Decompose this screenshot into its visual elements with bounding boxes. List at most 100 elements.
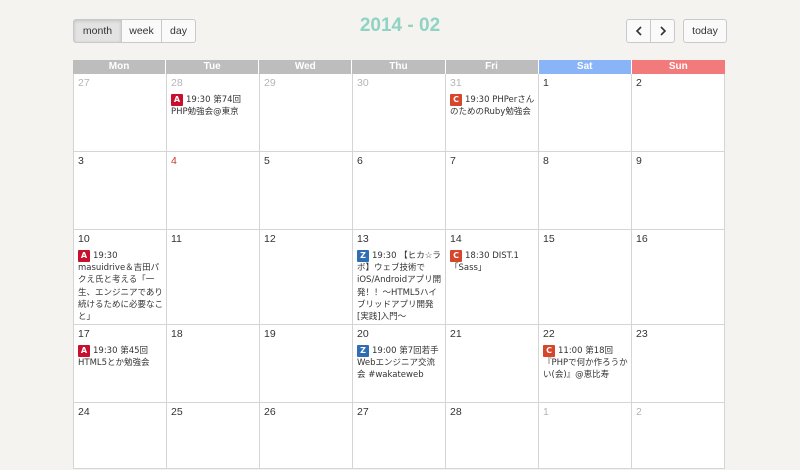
day-number: 7 — [450, 155, 456, 167]
calendar-event[interactable]: Z 19:00 第7回若手Webエンジニア交流会 #wakateweb — [357, 345, 442, 382]
next-button[interactable] — [650, 19, 675, 43]
day-cell[interactable]: 31 C 19:30 PHPerさんのためのRuby勉強会 — [446, 74, 539, 152]
event-source-badge: A — [171, 94, 183, 106]
event-source-badge: C — [543, 345, 555, 357]
event-source-badge: A — [78, 345, 90, 357]
event-title: 19:30 PHPerさんのためのRuby勉強会 — [450, 95, 535, 118]
weekday-header-sat: Sat — [538, 60, 632, 74]
day-cell[interactable]: 26 — [260, 403, 353, 469]
week-row: 10 A 19:30 masuidrive＆吉田パクえ氏と考える「一生、エンジニアで… — [73, 230, 725, 325]
day-cell[interactable]: 20 Z 19:00 第7回若手Webエンジニア交流会 #wakateweb — [353, 325, 446, 403]
day-cell[interactable]: 11 — [167, 230, 260, 325]
day-cell[interactable]: 27 — [74, 74, 167, 152]
day-number: 17 — [78, 328, 90, 340]
week-row: 27 28 A 19:30 第74回PHP勉強会@東京 29 30 31 C 19:30 PHP… — [73, 74, 725, 152]
day-cell[interactable]: 16 — [632, 230, 725, 325]
weekday-header-fri: Fri — [445, 60, 539, 74]
event-source-badge: Z — [357, 345, 369, 357]
day-cell[interactable]: 5 — [260, 152, 353, 230]
day-number: 27 — [78, 77, 90, 89]
day-cell[interactable]: 2 — [632, 74, 725, 152]
weekday-header-wed: Wed — [259, 60, 353, 74]
day-number: 23 — [636, 328, 648, 340]
day-cell[interactable]: 28 — [446, 403, 539, 469]
day-cell[interactable]: 21 — [446, 325, 539, 403]
day-number: 16 — [636, 233, 648, 245]
today-button[interactable]: today — [683, 19, 727, 43]
event-title: 11:00 第18回『PHPで何か作ろうかい(会)』@恵比寿 — [543, 346, 628, 381]
calendar-event[interactable]: C 11:00 第18回『PHPで何か作ろうかい(会)』@恵比寿 — [543, 345, 628, 382]
event-title: 19:30 masuidrive＆吉田パクえ氏と考える「一生、エンジニアであり続… — [78, 251, 164, 323]
day-cell[interactable]: 1 — [539, 74, 632, 152]
calendar-toolbar: month week day 2014 - 02 today — [0, 0, 800, 58]
day-number: 8 — [543, 155, 549, 167]
day-number: 12 — [264, 233, 276, 245]
week-row: 3 4 5 6 7 8 9 — [73, 152, 725, 230]
day-cell[interactable]: 6 — [353, 152, 446, 230]
day-number: 27 — [357, 406, 369, 418]
calendar-event[interactable]: A 19:30 masuidrive＆吉田パクえ氏と考える「一生、エンジニアであり… — [78, 250, 163, 323]
week-row: 17 A 19:30 第45回HTML5とか勉強会 18 19 20 Z 19:00 第7回若… — [73, 325, 725, 403]
day-number: 13 — [357, 233, 369, 245]
day-number: 3 — [78, 155, 84, 167]
day-number: 1 — [543, 77, 549, 89]
event-title: 19:00 第7回若手Webエンジニア交流会 #wakateweb — [357, 346, 439, 381]
day-number: 2 — [636, 406, 642, 418]
today-group: today — [683, 19, 727, 43]
day-number: 19 — [264, 328, 276, 340]
day-cell[interactable]: 12 — [260, 230, 353, 325]
day-cell[interactable]: 8 — [539, 152, 632, 230]
day-number: 1 — [543, 406, 549, 418]
day-number: 26 — [264, 406, 276, 418]
weekday-header: Mon Tue Wed Thu Fri Sat Sun — [73, 60, 725, 74]
day-cell[interactable]: 28 A 19:30 第74回PHP勉強会@東京 — [167, 74, 260, 152]
day-cell[interactable]: 22 C 11:00 第18回『PHPで何か作ろうかい(会)』@恵比寿 — [539, 325, 632, 403]
calendar-event[interactable]: A 19:30 第74回PHP勉強会@東京 — [171, 94, 256, 118]
day-cell[interactable]: 18 — [167, 325, 260, 403]
day-cell[interactable]: 23 — [632, 325, 725, 403]
day-number: 29 — [264, 77, 276, 89]
day-cell[interactable]: 24 — [74, 403, 167, 469]
day-cell[interactable]: 2 — [632, 403, 725, 469]
day-cell[interactable]: 29 — [260, 74, 353, 152]
day-cell[interactable]: 7 — [446, 152, 539, 230]
event-source-badge: Z — [357, 250, 369, 262]
day-cell[interactable]: 27 — [353, 403, 446, 469]
day-cell[interactable]: 13 Z 19:30 【ヒカ☆ラボ】ウェブ技術でiOS/Androidアプリ開発！！… — [353, 230, 446, 325]
day-number: 31 — [450, 77, 462, 89]
weekday-header-sun: Sun — [631, 60, 725, 74]
day-cell[interactable]: 25 — [167, 403, 260, 469]
week-row: 24 25 26 27 28 1 2 — [73, 403, 725, 469]
weekday-header-tue: Tue — [166, 60, 260, 74]
chevron-left-icon — [635, 26, 642, 36]
day-number: 11 — [171, 233, 182, 245]
day-cell[interactable]: 10 A 19:30 masuidrive＆吉田パクえ氏と考える「一生、エンジニアで… — [74, 230, 167, 325]
day-cell[interactable]: 17 A 19:30 第45回HTML5とか勉強会 — [74, 325, 167, 403]
day-number: 28 — [171, 77, 183, 89]
day-cell[interactable]: 3 — [74, 152, 167, 230]
day-cell[interactable]: 1 — [539, 403, 632, 469]
day-cell[interactable]: 14 C 18:30 DIST.1「Sass」 — [446, 230, 539, 325]
day-number: 4 — [171, 155, 177, 167]
weeks-container: 27 28 A 19:30 第74回PHP勉強会@東京 29 30 31 C 19:30 PHP… — [73, 74, 725, 469]
calendar-event[interactable]: C 19:30 PHPerさんのためのRuby勉強会 — [450, 94, 535, 118]
day-cell[interactable]: 19 — [260, 325, 353, 403]
day-number: 5 — [264, 155, 270, 167]
day-number: 20 — [357, 328, 369, 340]
calendar-event[interactable]: C 18:30 DIST.1「Sass」 — [450, 250, 535, 274]
day-number: 18 — [171, 328, 183, 340]
day-cell[interactable]: 30 — [353, 74, 446, 152]
month-grid: Mon Tue Wed Thu Fri Sat Sun 27 28 A 19:30 第74回PHP… — [73, 60, 725, 469]
weekday-header-thu: Thu — [352, 60, 446, 74]
nav-buttons — [626, 19, 675, 43]
prev-button[interactable] — [626, 19, 651, 43]
day-number: 14 — [450, 233, 462, 245]
calendar-event[interactable]: Z 19:30 【ヒカ☆ラボ】ウェブ技術でiOS/Androidアプリ開発！！〜H… — [357, 250, 442, 323]
day-cell[interactable]: 15 — [539, 230, 632, 325]
calendar-event[interactable]: A 19:30 第45回HTML5とか勉強会 — [78, 345, 163, 369]
day-cell[interactable]: 9 — [632, 152, 725, 230]
event-source-badge: C — [450, 94, 462, 106]
day-number: 22 — [543, 328, 555, 340]
day-cell[interactable]: 4 — [167, 152, 260, 230]
day-number: 15 — [543, 233, 555, 245]
